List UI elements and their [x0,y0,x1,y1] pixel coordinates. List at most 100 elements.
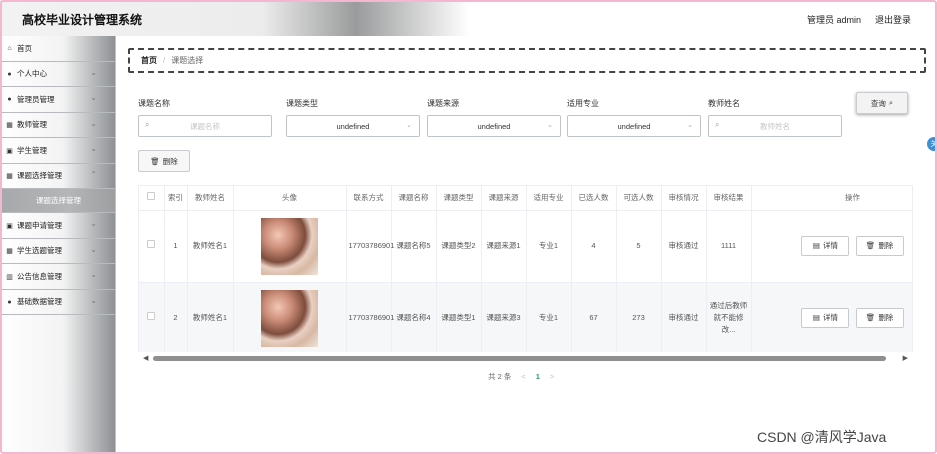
delete-button[interactable]: 🗑 删除 [855,236,904,256]
topic-name-input[interactable]: ⌕ 课题名称 [138,115,272,137]
column-header: 可选人数 [616,186,662,211]
cell-available: 273 [616,282,662,355]
check-icon: ▣ [6,147,13,155]
search-button-label: 查询 [870,98,886,108]
search-button[interactable]: 查询 ⌕ [856,92,908,114]
table-header-row: 索引 教师姓名 头像 联系方式 课题名称 课题类型 课题来源 适用专业 已选人数… [139,186,912,211]
select-all-checkbox[interactable] [139,186,165,211]
sidebar-item-label: 基础数据管理 [17,297,62,307]
cell-topic-name: 课题名称4 [391,282,437,355]
sidebar-item-admins[interactable]: ● 管理员管理 ⌄ [0,87,115,113]
major-value: undefined [617,121,651,131]
sidebar-item-students[interactable]: ▣ 学生管理 ⌄ [0,138,115,164]
cell-selected: 67 [571,282,617,355]
watermark: CSDN @清风学Java [757,429,887,445]
trash-icon: 🗑 [865,241,876,250]
sidebar-item-base-data[interactable]: ● 基础数据管理 ⌄ [0,290,115,315]
delete-button[interactable]: 🗑 删除 [855,308,904,328]
prev-page-icon[interactable]: < [521,372,525,381]
scroll-left-icon[interactable]: ◀ [143,354,148,362]
topic-source-select[interactable]: undefined ⌄ [427,115,561,137]
sidebar-item-announcements[interactable]: ▥ 公告信息管理 ⌄ [0,264,115,290]
scrollbar-thumb[interactable] [153,356,886,361]
chevron-up-icon: ⌃ [90,169,97,179]
cell-topic-type: 课题类型2 [436,210,482,283]
sidebar-item-profile[interactable]: ● 个人中心 ⌄ [0,62,115,87]
delete-button-label: 删除 [878,241,894,250]
detail-button[interactable]: ▤ 详情 [801,236,850,256]
trash-icon: 🗑 [150,156,160,166]
logout-link[interactable]: 退出登录 [875,13,911,26]
breadcrumb-separator: / [163,56,166,65]
chart-icon: ▥ [6,273,13,281]
chevron-down-icon: ⌄ [687,122,693,129]
teacher-name-label: 教师姓名 [708,99,740,108]
topic-type-select[interactable]: undefined ⌄ [286,115,420,137]
page-number[interactable]: 1 [536,372,540,381]
floating-tab-icon[interactable]: 关 [927,137,937,151]
batch-delete-button[interactable]: 🗑 删除 [138,150,190,172]
cell-selected: 4 [571,210,617,283]
check-icon: ▣ [6,222,13,230]
row-checkbox[interactable] [139,282,165,355]
sidebar-subitem-topic-selection[interactable]: 课题选择管理 [0,189,115,213]
topic-source-value: undefined [477,121,511,131]
pagination: 共 2 条 < 1 > [488,371,554,382]
cell-actions: ▤ 详情 🗑 删除 [751,282,912,355]
sidebar-item-label: 课题申请管理 [17,220,62,230]
cell-major: 专业1 [526,282,572,355]
major-select[interactable]: undefined ⌄ [567,115,701,137]
home-icon: ⌂ [7,45,12,52]
column-header: 操作 [751,186,912,211]
sidebar-item-label: 管理员管理 [17,94,55,104]
avatar [261,217,318,275]
user-icon: ● [7,96,12,103]
column-header: 课题类型 [436,186,482,211]
major-label: 适用专业 [567,99,599,108]
chevron-down-icon: ⌄ [90,118,97,128]
cell-phone: 17703786901 [346,282,394,355]
cell-index: 1 [164,210,188,283]
sidebar-item-teachers[interactable]: ▦ 教师管理 ⌄ [0,113,115,138]
grid-icon: ▦ [6,122,13,129]
column-header: 课题名称 [391,186,437,211]
column-header: 审核情况 [661,186,707,211]
app-title: 高校毕业设计管理系统 [22,13,143,27]
cell-result: 1111 [706,210,752,283]
breadcrumb: 首页 / 课题选择 [128,48,926,73]
table-row: 2 教师姓名1 17703786901 课题名称4 课题类型1 课题来源3 专业… [139,282,912,355]
cell-avatar [233,282,347,355]
sidebar-item-student-topic[interactable]: ▦ 学生选题管理 ⌄ [0,239,115,264]
sidebar-item-label: 课题选择管理 [17,171,62,181]
trash-icon: 🗑 [865,313,876,322]
row-checkbox[interactable] [139,210,165,283]
cell-index: 2 [164,282,188,355]
detail-button-label: 详情 [823,241,838,250]
cell-available: 5 [616,210,662,283]
sidebar-item-topic-selection[interactable]: ▦ 课题选择管理 ⌃ [0,164,115,189]
teacher-name-input[interactable]: ⌕ 教师姓名 [708,115,842,137]
detail-button[interactable]: ▤ 详情 [801,308,850,328]
scroll-right-icon[interactable]: ▶ [903,354,908,362]
user-icon: ● [7,70,12,78]
cell-topic-source: 课题来源3 [481,282,527,355]
top-header: 高校毕业设计管理系统 管理员 admin 退出登录 [0,0,937,36]
sidebar-item-label: 个人中心 [17,69,47,79]
column-header: 头像 [233,186,347,211]
next-page-icon[interactable]: > [550,372,554,381]
document-icon: ▤ [812,241,820,250]
column-header: 联系方式 [346,186,392,211]
breadcrumb-home[interactable]: 首页 [141,55,157,66]
horizontal-scrollbar[interactable]: ◀ ▶ [138,352,913,364]
grid-icon: ▦ [6,173,13,180]
avatar [261,289,318,347]
current-user: 管理员 admin [806,15,861,25]
cell-avatar [233,210,347,283]
pin-icon: ● [7,298,12,306]
cell-result: 通过后教师就不能修改... [706,282,752,355]
sidebar-item-home[interactable]: ⌂ 首页 [0,36,115,62]
cell-status: 审核通过 [661,210,707,283]
pagination-total: 共 2 条 [488,372,512,381]
sidebar-item-topic-application[interactable]: ▣ 课题申请管理 ⌄ [0,213,115,239]
cell-topic-source: 课题来源1 [481,210,527,283]
